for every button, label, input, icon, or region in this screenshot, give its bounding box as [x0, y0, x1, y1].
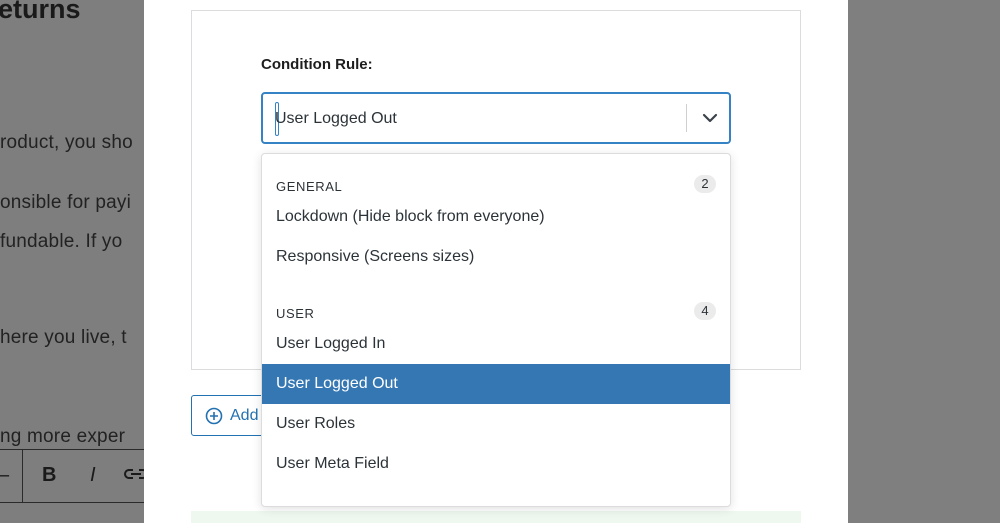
notice-strip [191, 511, 801, 523]
chevron-down-icon[interactable] [699, 107, 721, 129]
option-label: User Roles [276, 415, 356, 432]
option-label: User Meta Field [276, 455, 389, 472]
option-user-logged-in[interactable]: User Logged In [262, 324, 730, 364]
group-header-user: USER 4 [262, 302, 730, 326]
option-label: Lockdown (Hide block from everyone) [276, 208, 545, 225]
option-user-meta-field[interactable]: User Meta Field [262, 444, 730, 484]
background-text-line: ng more exper [0, 426, 126, 447]
background-text-line: fundable. If yo [0, 231, 123, 252]
overlay-right [848, 0, 1000, 523]
group-label: GENERAL [276, 179, 343, 194]
select-divider [686, 104, 687, 132]
condition-rule-label: Condition Rule: [261, 56, 373, 73]
option-user-roles[interactable]: User Roles [262, 404, 730, 444]
option-lockdown[interactable]: Lockdown (Hide block from everyone) [262, 197, 730, 237]
option-label: User Logged In [276, 335, 386, 352]
background-text-line: roduct, you sho [0, 132, 133, 153]
condition-rule-select[interactable]: User Logged Out [261, 92, 731, 144]
option-responsive[interactable]: Responsive (Screens sizes) [262, 237, 730, 277]
group-header-general: GENERAL 2 [262, 175, 730, 199]
toolbar-divider [22, 450, 23, 502]
condition-dropdown-menu: GENERAL 2 Lockdown (Hide block from ever… [261, 153, 731, 507]
group-label: USER [276, 306, 315, 321]
plus-circle-icon [205, 407, 223, 425]
background-toolbar: – B I [0, 449, 150, 503]
option-label: Responsive (Screens sizes) [276, 248, 475, 265]
group-count-badge: 2 [694, 175, 716, 193]
bold-button: B [42, 464, 57, 486]
add-button-label: Add [230, 407, 259, 424]
option-label: User Logged Out [276, 375, 398, 392]
option-user-logged-out[interactable]: User Logged Out [262, 364, 730, 404]
background-heading: eturns [0, 0, 81, 24]
italic-button: I [90, 464, 96, 486]
group-count-badge: 4 [694, 302, 716, 320]
background-editor: eturns roduct, you sho onsible for payi … [0, 0, 150, 523]
background-text-line: onsible for payi [0, 192, 131, 213]
background-text-line: here you live, t [0, 327, 127, 348]
toolbar-dash-icon: – [0, 464, 9, 487]
select-value: User Logged Out [275, 110, 397, 127]
